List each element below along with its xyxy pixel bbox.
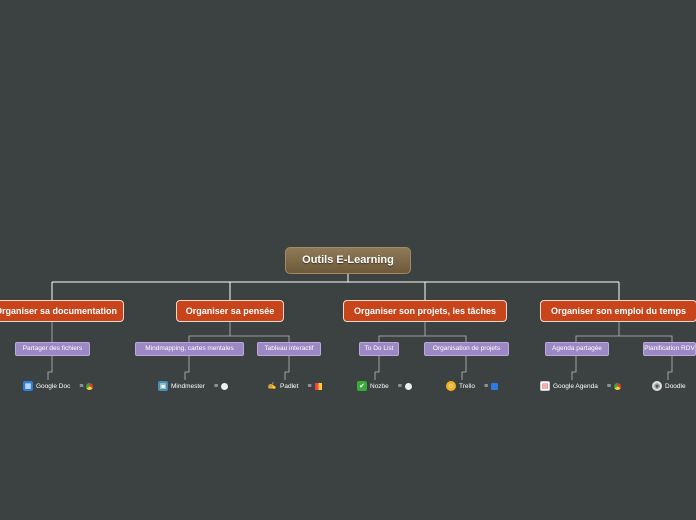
category-documentation[interactable]: Organiser sa documentation bbox=[0, 300, 124, 322]
category-pensee[interactable]: Organiser sa pensée bbox=[176, 300, 284, 322]
leaf-google-doc[interactable]: ▦ Google Doc ≡ bbox=[23, 380, 94, 392]
menu-icon[interactable]: ≡ bbox=[79, 383, 83, 390]
leaf-label: Doodle bbox=[665, 382, 686, 390]
leaf-label: Google Doc bbox=[36, 382, 71, 390]
map-icon: ▣ bbox=[158, 381, 168, 391]
leaf-extras: ≡ bbox=[398, 382, 412, 390]
subtopic-tableau-interactif[interactable]: Tableau interactif bbox=[257, 342, 321, 356]
google-docs-icon: ▦ bbox=[23, 381, 33, 391]
trello-icon[interactable] bbox=[491, 382, 499, 390]
smiley-icon: ☺ bbox=[446, 381, 456, 391]
menu-icon[interactable]: ≡ bbox=[214, 383, 218, 390]
leaf-extras: ≡ bbox=[214, 382, 229, 390]
menu-icon[interactable]: ≡ bbox=[398, 383, 402, 390]
subtopic-agenda-partagee[interactable]: Agenda partagée bbox=[545, 342, 609, 356]
subtopic-mindmapping[interactable]: Mindmapping, cartes mentales bbox=[135, 342, 244, 356]
check-icon: ✔ bbox=[357, 381, 367, 391]
leaf-extras: ≡ bbox=[607, 382, 621, 390]
category-projets[interactable]: Organiser son projets, les tâches bbox=[343, 300, 507, 322]
app-icon[interactable] bbox=[314, 382, 322, 390]
doodle-icon: ◉ bbox=[652, 381, 662, 391]
subtopic-partager-fichiers[interactable]: Partager des fichiers bbox=[15, 342, 90, 356]
leaf-extras: ≡ bbox=[484, 382, 499, 390]
leaf-extras: ≡ bbox=[307, 382, 322, 390]
menu-icon[interactable]: ≡ bbox=[607, 383, 611, 390]
subtopic-organisation-projets[interactable]: Organisation de projets bbox=[424, 342, 509, 356]
leaf-trello[interactable]: ☺ Trello ≡ bbox=[446, 380, 499, 392]
leaf-mindmester[interactable]: ▣ Mindmester ≡ bbox=[158, 380, 229, 392]
calendar-icon: ▤ bbox=[540, 381, 550, 391]
globe-icon[interactable] bbox=[404, 382, 412, 390]
pencil-icon: ✍ bbox=[267, 383, 277, 390]
chrome-icon[interactable] bbox=[613, 382, 621, 390]
leaf-extras: ≡ bbox=[79, 382, 94, 390]
leaf-label: Nozbe bbox=[370, 382, 389, 390]
leaf-nozbe[interactable]: ✔ Nozbe ≡ bbox=[357, 380, 412, 392]
leaf-doodle[interactable]: ◉ Doodle bbox=[652, 380, 686, 392]
leaf-label: Google Agenda bbox=[553, 382, 598, 390]
menu-icon[interactable]: ≡ bbox=[307, 383, 311, 390]
chrome-icon[interactable] bbox=[86, 382, 94, 390]
leaf-label: Padlet bbox=[280, 382, 299, 390]
root-topic[interactable]: Outils E-Learning bbox=[285, 247, 411, 274]
menu-icon[interactable]: ≡ bbox=[484, 383, 488, 390]
leaf-google-agenda[interactable]: ▤ Google Agenda ≡ bbox=[540, 380, 621, 392]
subtopic-planification-rdv[interactable]: Planification RDV bbox=[643, 342, 696, 356]
mind-map-canvas: Outils E-Learning Organiser sa documenta… bbox=[0, 0, 696, 520]
globe-icon[interactable] bbox=[221, 382, 229, 390]
leaf-label: Trello bbox=[459, 382, 476, 390]
leaf-padlet[interactable]: ✍ Padlet ≡ bbox=[267, 380, 322, 392]
category-emploi-du-temps[interactable]: Organiser son emploi du temps bbox=[540, 300, 696, 322]
leaf-label: Mindmester bbox=[171, 382, 205, 390]
subtopic-todo-list[interactable]: To Do List bbox=[359, 342, 399, 356]
